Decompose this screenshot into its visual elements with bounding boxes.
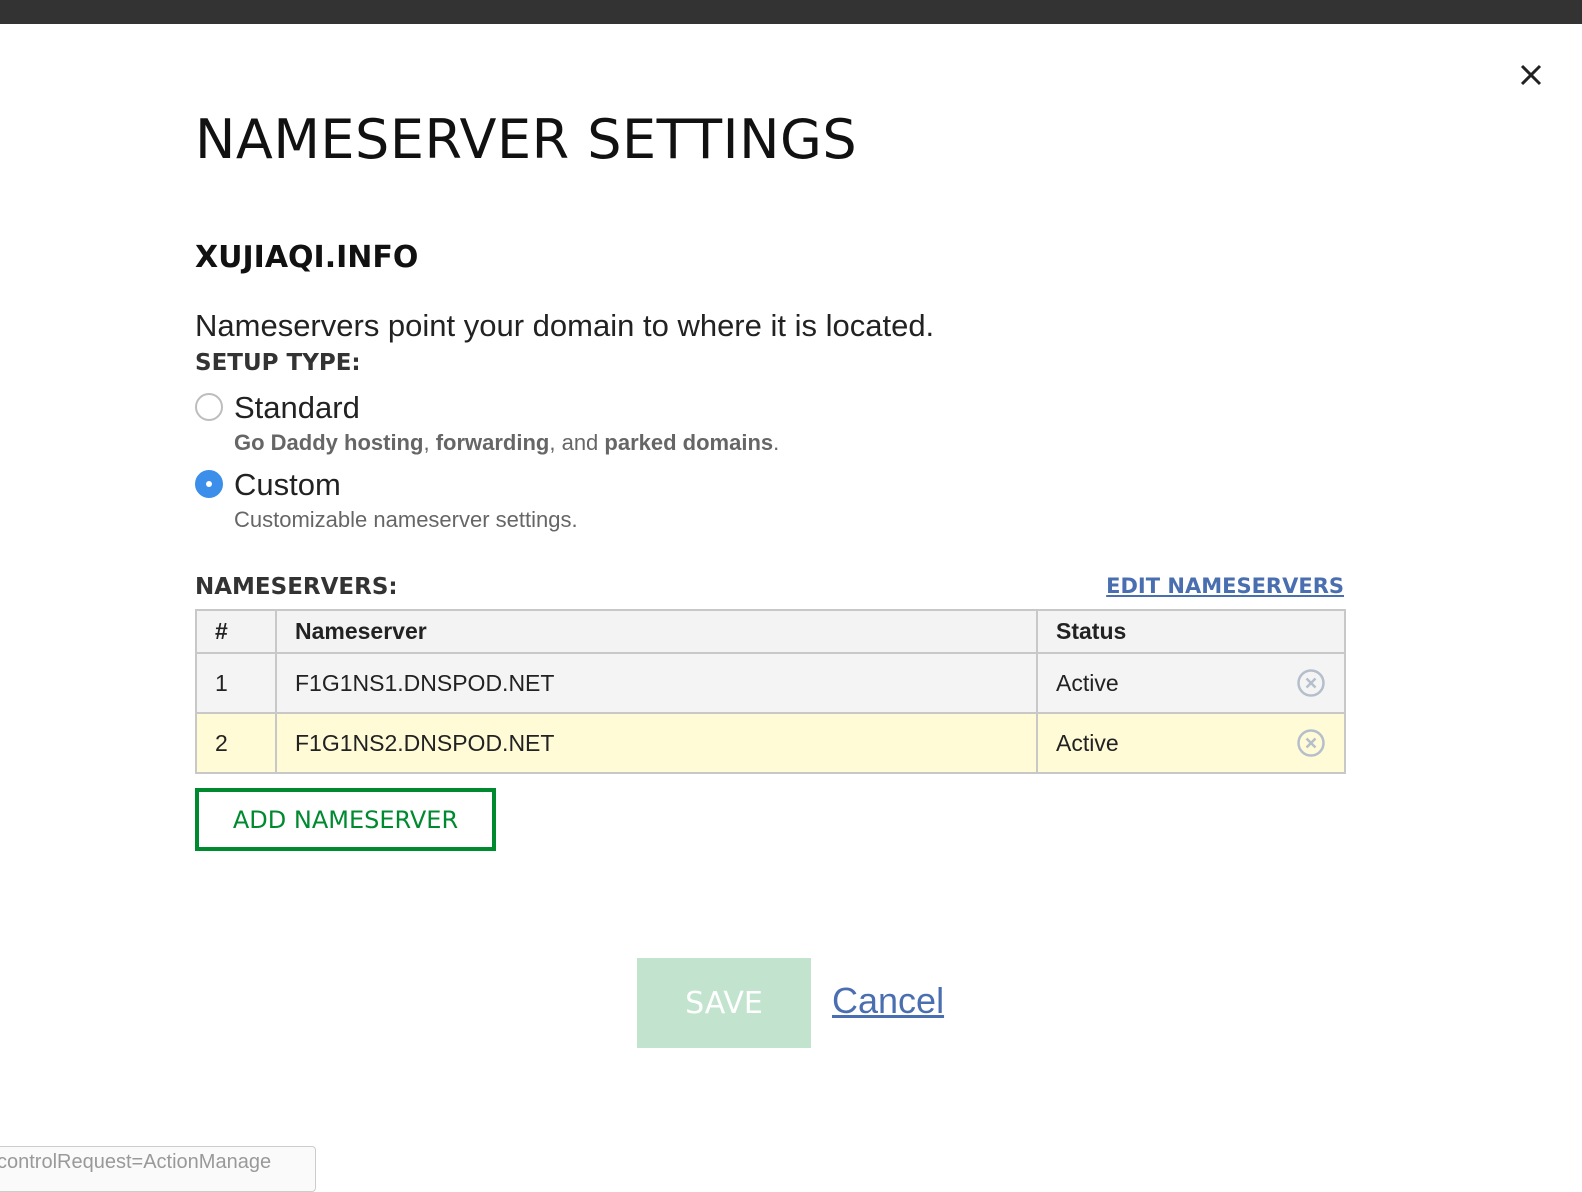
row-number: 1 [195, 652, 277, 714]
row-status: Active [1056, 669, 1119, 696]
standard-sub-hosting: Go Daddy hosting [234, 430, 424, 455]
row-nameserver: F1G1NS2.DNSPOD.NET [275, 712, 1038, 774]
custom-option-description: Customizable nameserver settings. [234, 507, 578, 532]
browser-status-bar: controlRequest=ActionManage [0, 1146, 316, 1192]
close-button[interactable] [1514, 58, 1548, 92]
standard-sub-end: . [773, 430, 780, 455]
nameservers-label: NAMESERVERS: [195, 574, 398, 600]
table-row: 1 F1G1NS1.DNSPOD.NET Active [195, 652, 1346, 714]
remove-nameserver-button[interactable] [1296, 668, 1326, 698]
custom-radio[interactable] [195, 470, 223, 498]
standard-sub-parked: parked domains [604, 430, 774, 455]
standard-sub-sep2: , and [549, 430, 605, 455]
save-button[interactable]: SAVE [637, 958, 811, 1048]
remove-circle-icon [1297, 669, 1325, 697]
standard-option-label[interactable]: Standard [234, 390, 360, 426]
row-nameserver: F1G1NS1.DNSPOD.NET [275, 652, 1038, 714]
standard-option-description: Go Daddy hosting, forwarding, and parked… [234, 430, 779, 456]
close-icon [1520, 64, 1542, 86]
header-number: # [195, 609, 277, 654]
standard-sub-sep1: , [423, 430, 436, 455]
cancel-link[interactable]: Cancel [832, 980, 944, 1022]
standard-sub-forwarding: forwarding [435, 430, 550, 455]
header-status: Status [1036, 609, 1346, 654]
add-nameserver-button[interactable]: ADD NAMESERVER [195, 788, 496, 851]
table-header-row: # Nameserver Status [195, 609, 1346, 654]
table-row: 2 F1G1NS2.DNSPOD.NET Active [195, 712, 1346, 774]
custom-option-label[interactable]: Custom [234, 467, 341, 503]
header-nameserver: Nameserver [275, 609, 1038, 654]
description-text: Nameservers point your domain to where i… [195, 308, 935, 343]
row-status-cell: Active [1036, 712, 1346, 774]
edit-nameservers-link[interactable]: EDIT NAMESERVERS [1106, 574, 1344, 598]
setup-type-label: SETUP TYPE: [195, 350, 361, 376]
nameservers-table: # Nameserver Status 1 F1G1NS1.DNSPOD.NET… [195, 609, 1346, 774]
domain-name: XUJIAQI.INFO [195, 240, 419, 275]
standard-radio[interactable] [195, 393, 223, 421]
remove-nameserver-button[interactable] [1296, 728, 1326, 758]
top-bar [0, 0, 1582, 24]
row-status: Active [1056, 729, 1119, 756]
row-status-cell: Active [1036, 652, 1346, 714]
remove-circle-icon [1297, 729, 1325, 757]
row-number: 2 [195, 712, 277, 774]
dialog-title: NAMESERVER SETTINGS [195, 108, 858, 171]
